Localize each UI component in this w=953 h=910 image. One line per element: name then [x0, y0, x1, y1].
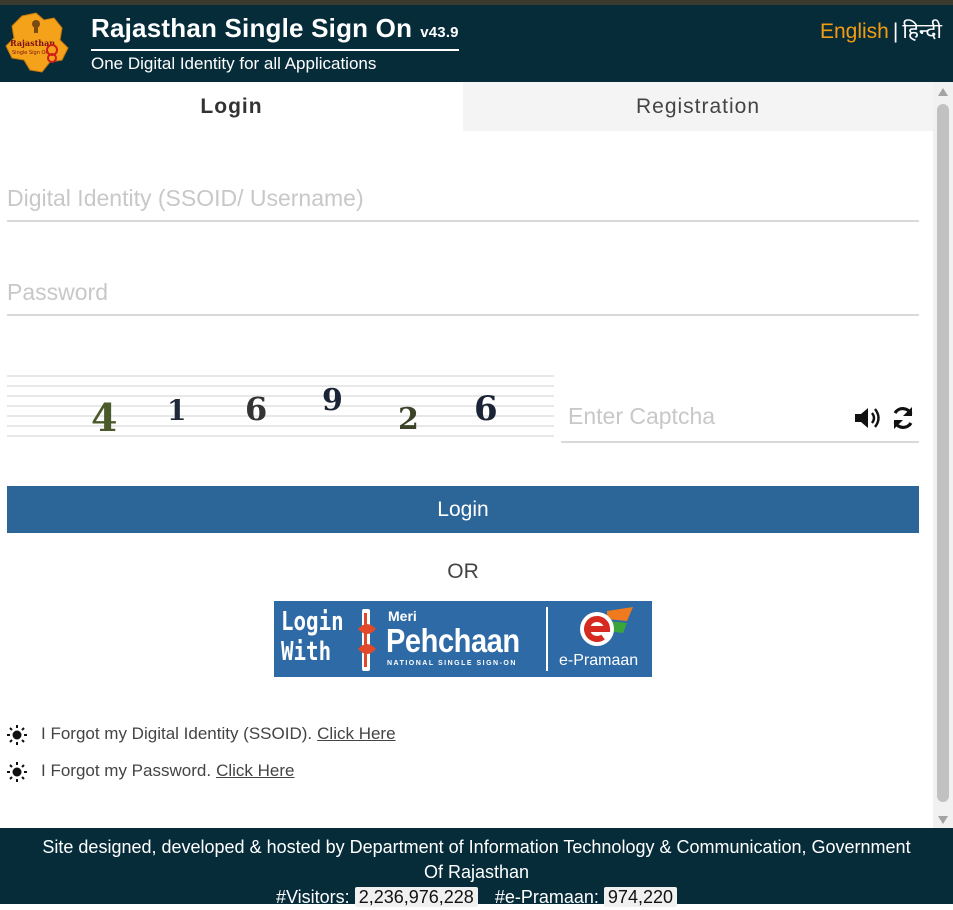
app-version: v43.9	[420, 24, 459, 41]
speaker-icon[interactable]	[853, 406, 883, 430]
login-button[interactable]: Login	[7, 486, 919, 533]
captcha-digit: 2	[398, 402, 419, 437]
site-footer: Site designed, developed & hosted by Dep…	[0, 828, 953, 907]
mp-epramaan-label: e-Pramaan	[559, 652, 639, 669]
title-block: Rajasthan Single Sign On v43.9 One Digita…	[91, 13, 459, 74]
sun-icon	[7, 762, 27, 782]
forgot-ssoid-link[interactable]: Click Here	[317, 724, 395, 744]
password-input[interactable]: Password	[7, 268, 919, 316]
scroll-thumb[interactable]	[937, 104, 949, 802]
scroll-down-arrow-icon[interactable]	[938, 816, 948, 824]
forgot-password-text: I Forgot my Password.	[41, 761, 212, 780]
captcha-digit: 6	[245, 390, 267, 428]
refresh-icon[interactable]	[890, 405, 916, 431]
visitors-count: 2,236,976,228	[354, 887, 478, 907]
meri-pehchaan-emblem-icon	[358, 609, 376, 671]
tab-login[interactable]: Login	[0, 82, 463, 131]
ssoid-input[interactable]: Digital Identity (SSOID/ Username)	[7, 174, 919, 222]
language-switcher: English | हिन्दी	[820, 17, 942, 45]
forgot-ssoid-row: I Forgot my Digital Identity (SSOID). Cl…	[7, 724, 396, 761]
lang-separator: |	[892, 20, 899, 43]
mp-pehchaan-label: Pehchaan	[386, 622, 520, 659]
or-separator: OR	[447, 560, 479, 583]
footer-credit-line2: Of Rajasthan	[423, 862, 530, 882]
forgot-password-row: I Forgot my Password. Click Here	[7, 761, 396, 798]
svg-text:Single Sign On: Single Sign On	[12, 50, 49, 56]
captcha-input[interactable]: Enter Captcha	[561, 394, 919, 443]
visitor-stats: #Visitors: 2,236,976,228 #e-Pramaan: 974…	[0, 885, 953, 910]
help-links: I Forgot my Digital Identity (SSOID). Cl…	[7, 724, 396, 798]
footer-credit-line1: Site designed, developed & hosted by Dep…	[42, 837, 911, 857]
forgot-ssoid-text: I Forgot my Digital Identity (SSOID).	[41, 724, 313, 743]
epramaan-count: 974,220	[603, 887, 677, 907]
lang-english-link[interactable]: English	[820, 20, 889, 43]
auth-tabs: Login Registration	[0, 82, 933, 131]
mp-with-line: With	[281, 637, 332, 667]
meri-pehchaan-login-button[interactable]: Login With Meri Pehchaan NATIONAL SINGLE…	[274, 601, 652, 677]
captcha-digit: 6	[474, 389, 498, 429]
tab-registration[interactable]: Registration	[463, 82, 933, 131]
scrollbar[interactable]	[933, 82, 953, 828]
app-subtitle: One Digital Identity for all Application…	[91, 54, 377, 73]
sun-icon	[7, 725, 27, 745]
site-header: Rajasthan Single Sign On Rajasthan Singl…	[0, 5, 953, 82]
mp-nsso-label: NATIONAL SINGLE SIGN-ON	[387, 660, 517, 667]
epramaan-count-label: #e-Pramaan:	[494, 887, 599, 907]
e-pramaan-logo-icon	[580, 607, 633, 646]
captcha-digit: 9	[322, 383, 343, 418]
mp-login-line: Login	[281, 607, 344, 637]
visitors-label: #Visitors:	[275, 887, 350, 907]
rajasthan-logo-icon: Rajasthan Single Sign On	[5, 12, 69, 73]
captcha-digit: 1	[167, 394, 186, 427]
app-title: Rajasthan Single Sign On v43.9	[91, 13, 459, 51]
captcha-placeholder: Enter Captcha	[568, 403, 716, 429]
scroll-up-arrow-icon[interactable]	[938, 88, 948, 96]
app-title-text: Rajasthan Single Sign On	[91, 13, 413, 43]
captcha-image: 4 1 6 9 2 6	[7, 375, 554, 440]
lang-hindi-link[interactable]: हिन्दी	[902, 20, 942, 43]
mp-divider	[546, 607, 548, 671]
mp-login-with-label: Login With	[281, 607, 344, 667]
forgot-password-link[interactable]: Click Here	[216, 761, 294, 781]
captcha-digit: 4	[91, 395, 117, 440]
